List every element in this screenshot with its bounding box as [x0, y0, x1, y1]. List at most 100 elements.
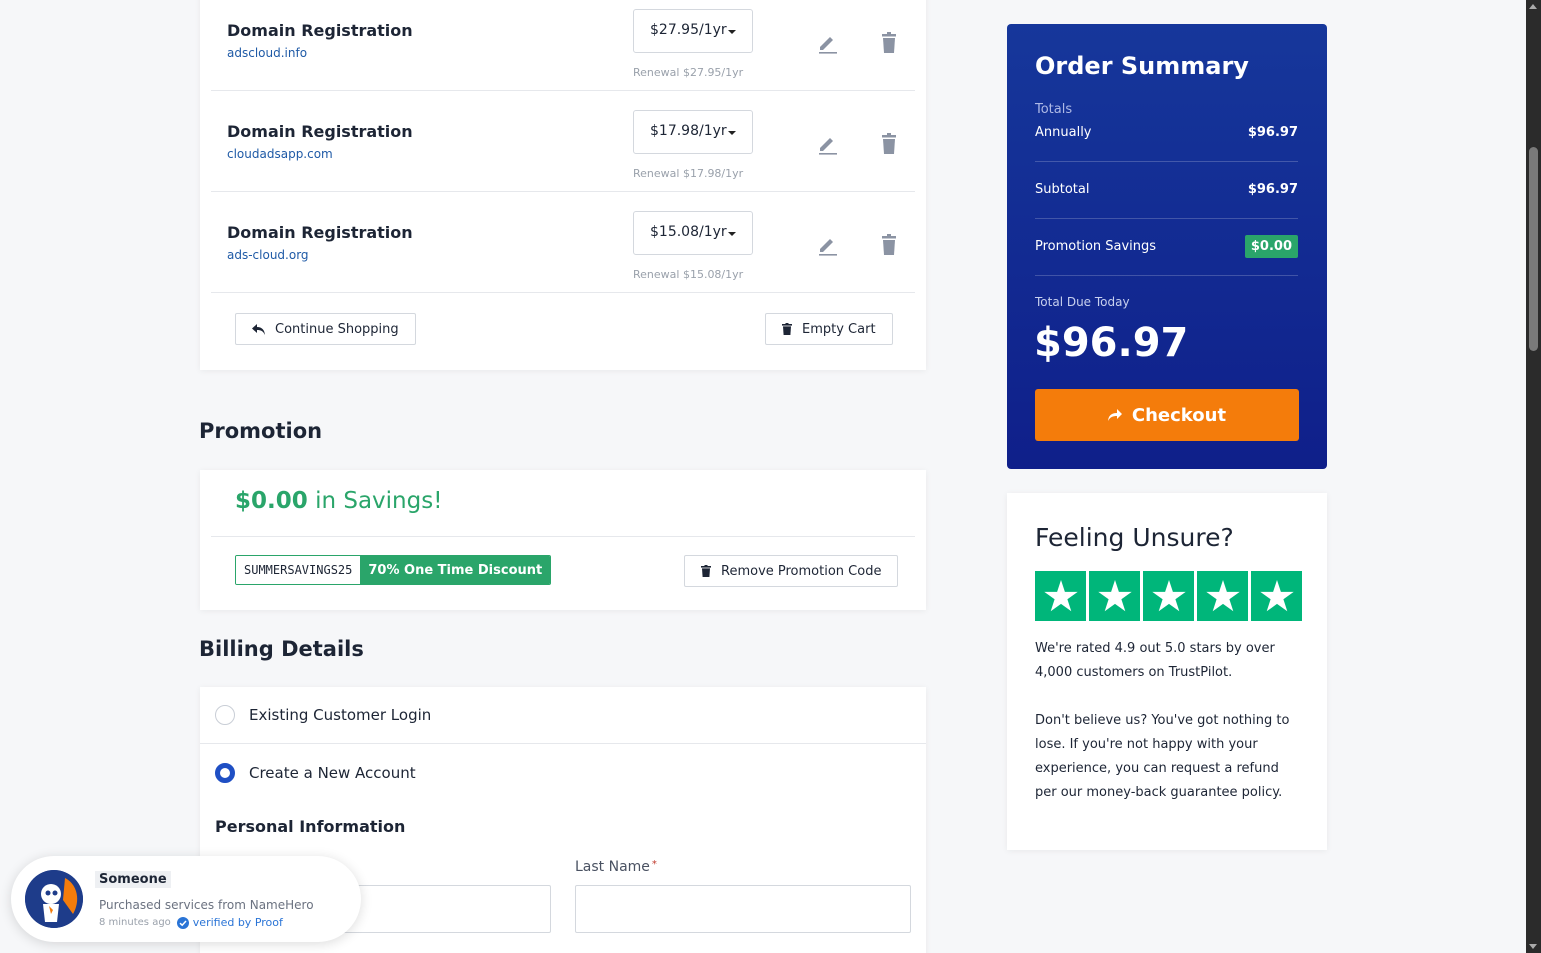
radio-button-selected[interactable] [215, 762, 235, 783]
divider [211, 536, 915, 537]
checkout-button[interactable]: Checkout [1035, 389, 1299, 441]
page-scrollbar[interactable] [1526, 0, 1541, 953]
continue-shopping-label: Continue Shopping [275, 321, 399, 337]
totals-label: Totals [1035, 102, 1073, 117]
proof-time: 8 minutes ago [99, 917, 171, 928]
new-account-option[interactable]: Create a New Account [200, 744, 926, 801]
radio-button[interactable] [215, 705, 235, 725]
chevron-down-icon [728, 232, 736, 236]
feeling-unsure-title: Feeling Unsure? [1035, 523, 1234, 552]
renewal-price: Renewal $17.98/1yr [633, 167, 744, 180]
edit-icon[interactable] [817, 32, 839, 54]
verified-label: verified by Proof [192, 916, 283, 929]
empty-cart-label: Empty Cart [802, 321, 876, 337]
scrollbar-thumb[interactable] [1529, 147, 1538, 351]
annually-value: $96.97 [1247, 125, 1298, 140]
proof-who: Someone [95, 871, 171, 888]
star-icon [1089, 571, 1140, 621]
last-name-label: Last Name * [575, 859, 657, 875]
scroll-up-arrow-icon[interactable] [1529, 4, 1537, 9]
last-name-input[interactable] [575, 885, 911, 933]
scroll-down-arrow-icon[interactable] [1529, 944, 1537, 949]
remove-promotion-label: Remove Promotion Code [721, 563, 882, 579]
annually-row: Annually $96.97 [1035, 125, 1298, 140]
namehero-mascot-avatar [25, 870, 83, 928]
trash-icon [782, 323, 792, 335]
remove-promotion-button[interactable]: Remove Promotion Code [684, 555, 899, 587]
subtotal-row: Subtotal $96.97 [1035, 182, 1298, 197]
share-arrow-icon [1107, 409, 1122, 421]
checkout-label: Checkout [1131, 404, 1227, 426]
personal-info-heading: Personal Information [215, 817, 406, 836]
renewal-price: Renewal $27.95/1yr [633, 66, 744, 79]
star-icon [1035, 571, 1086, 621]
trash-icon[interactable] [879, 32, 899, 54]
renewal-price: Renewal $15.08/1yr [633, 268, 744, 281]
existing-customer-option[interactable]: Existing Customer Login [200, 687, 926, 744]
promotion-card: $0.00 in Savings! SUMMERSAVINGS25 70% On… [200, 470, 926, 610]
empty-cart-button[interactable]: Empty Cart [765, 313, 893, 345]
required-marker: * [651, 859, 657, 870]
billing-cycle-select[interactable]: $27.95/1yr [633, 9, 753, 53]
trash-icon[interactable] [879, 234, 899, 256]
check-badge-icon [176, 916, 189, 929]
star-icon [1197, 571, 1248, 621]
trash-icon [701, 565, 711, 577]
subtotal-label: Subtotal [1035, 182, 1090, 197]
cart-item-title: Domain Registration [227, 21, 413, 40]
total-due-amount: $96.97 [1034, 320, 1189, 366]
edit-icon[interactable] [817, 234, 839, 256]
total-due-label: Total Due Today [1035, 295, 1130, 309]
divider [1035, 218, 1298, 219]
billing-cycle-select[interactable]: $17.98/1yr [633, 110, 753, 154]
refund-text: Don't believe us? You've got nothing to … [1035, 713, 1290, 800]
existing-customer-label: Existing Customer Login [249, 706, 432, 724]
cart-item-domain[interactable]: adscloud.info [227, 46, 307, 60]
promotion-code: SUMMERSAVINGS25 [236, 556, 361, 584]
cart-item: Domain Registration adscloud.info $27.95… [211, 0, 915, 91]
promotion-savings-label: Promotion Savings [1035, 239, 1157, 254]
billing-heading: Billing Details [199, 637, 364, 661]
billing-cycle-value: $15.08/1yr [650, 224, 727, 240]
cart-item-domain[interactable]: ads-cloud.org [227, 248, 309, 262]
cart-item: Domain Registration cloudadsapp.com $17.… [211, 91, 915, 192]
trustpilot-stars [1035, 571, 1302, 621]
cart-card: Domain Registration adscloud.info $27.95… [200, 0, 926, 370]
promotion-code-description: 70% One Time Discount [360, 556, 551, 584]
new-account-label: Create a New Account [249, 763, 416, 782]
cart-item-title: Domain Registration [227, 223, 413, 242]
billing-cycle-select[interactable]: $15.08/1yr [633, 211, 753, 255]
feeling-unsure-card: Feeling Unsure? We're rated 4.9 out 5.0 … [1007, 493, 1327, 850]
edit-icon[interactable] [817, 133, 839, 155]
subtotal-value: $96.97 [1247, 182, 1298, 197]
cart-item-domain[interactable]: cloudadsapp.com [227, 147, 333, 161]
star-icon [1143, 571, 1194, 621]
continue-shopping-button[interactable]: Continue Shopping [235, 313, 416, 345]
promotion-savings-text: $0.00 in Savings! [235, 488, 442, 514]
last-name-label-text: Last Name [575, 859, 650, 875]
proof-what: Purchased services from NameHero [99, 898, 314, 912]
verified-badge[interactable]: verified by Proof [176, 916, 283, 929]
annually-label: Annually [1035, 125, 1092, 140]
promotion-code-tag: SUMMERSAVINGS25 70% One Time Discount [235, 555, 552, 585]
social-proof-popup[interactable]: Someone Purchased services from NameHero… [11, 856, 361, 942]
trash-icon[interactable] [879, 133, 899, 155]
promotion-savings-row: Promotion Savings $0.00 [1035, 235, 1298, 258]
divider [1035, 161, 1298, 162]
cart-item-title: Domain Registration [227, 122, 413, 141]
billing-cycle-value: $27.95/1yr [650, 22, 727, 38]
cart-item: Domain Registration ads-cloud.org $15.08… [211, 192, 915, 293]
promotion-savings-badge: $0.00 [1244, 235, 1298, 258]
reply-arrow-icon [252, 323, 265, 335]
promotion-heading: Promotion [199, 419, 323, 443]
chevron-down-icon [728, 131, 736, 135]
rating-text: We're rated 4.9 out 5.0 stars by over 4,… [1035, 641, 1275, 680]
star-icon [1251, 571, 1302, 621]
promotion-savings-suffix: in Savings! [315, 488, 443, 514]
billing-cycle-value: $17.98/1yr [650, 123, 727, 139]
proof-meta: 8 minutes ago verified by Proof [99, 916, 283, 929]
promotion-savings-amount: $0.00 [235, 488, 308, 514]
divider [1035, 275, 1298, 276]
chevron-down-icon [728, 30, 736, 34]
order-summary-title: Order Summary [1035, 52, 1249, 80]
